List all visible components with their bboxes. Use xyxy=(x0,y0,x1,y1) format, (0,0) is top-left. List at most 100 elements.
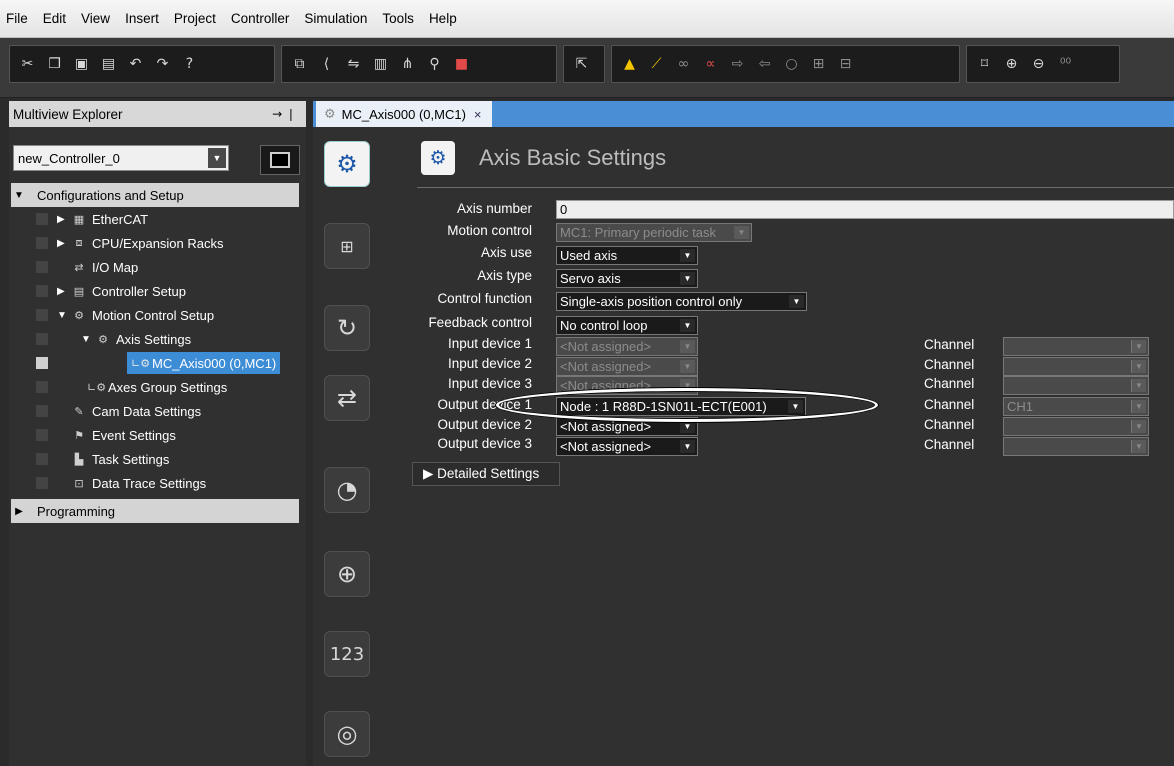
variables-icon[interactable]: ⋔ xyxy=(394,50,421,78)
tree-item-axes-group[interactable]: ∟⚙ Axes Group Settings xyxy=(9,375,306,399)
tree-item-task-settings[interactable]: ▙ Task Settings xyxy=(9,447,306,471)
menu-project[interactable]: Project xyxy=(174,11,216,26)
chevron-down-icon[interactable]: ▼ xyxy=(680,272,695,285)
copy-icon[interactable]: ❐ xyxy=(41,50,68,78)
link-icon[interactable]: ∞ xyxy=(670,50,697,78)
monitor-icon[interactable]: ⊞ xyxy=(805,50,832,78)
library-icon[interactable]: ▥ xyxy=(367,50,394,78)
menu-edit[interactable]: Edit xyxy=(43,11,66,26)
unit-conversion-nav-icon[interactable]: ⊞ xyxy=(324,223,370,269)
chevron-down-icon[interactable]: ▼ xyxy=(208,148,226,168)
pin-icon[interactable]: → ❘ xyxy=(272,107,296,121)
channel-select-output-3[interactable]: ▼ xyxy=(1003,437,1149,456)
wand-icon[interactable]: ⟋ xyxy=(643,50,670,78)
controller-chip-icon[interactable] xyxy=(260,145,300,175)
menu-file[interactable]: File xyxy=(6,11,28,26)
menu-insert[interactable]: Insert xyxy=(125,11,159,26)
servo-drive-nav-icon[interactable]: ◎ xyxy=(324,711,370,757)
zoom-out-icon[interactable]: ⊖ xyxy=(1025,50,1052,78)
chevron-down-icon[interactable]: ▼ xyxy=(734,226,749,239)
chevron-down-icon[interactable]: ▼ xyxy=(680,360,695,373)
channel-select-output-1[interactable]: CH1 ▼ xyxy=(1003,397,1149,416)
build-icon[interactable]: ⇱ xyxy=(568,50,595,78)
tree-programming[interactable]: ▶ Programming xyxy=(11,499,299,523)
chevron-down-icon[interactable]: ▼ xyxy=(1131,420,1146,433)
position-settings-nav-icon[interactable]: ⊕ xyxy=(324,551,370,597)
zoom-in-icon[interactable]: ⊕ xyxy=(998,50,1025,78)
collapse-icon[interactable]: ▼ xyxy=(11,190,27,201)
expand-icon[interactable]: ▶ xyxy=(57,238,69,249)
tree-item-cpu[interactable]: ▶ ⧈ CPU/Expansion Racks xyxy=(9,231,306,255)
find-icon[interactable]: ⚲ xyxy=(421,50,448,78)
chevron-down-icon[interactable]: ▼ xyxy=(680,319,695,332)
expand-icon[interactable]: ▶ xyxy=(11,506,27,517)
axis-basic-settings-nav-icon[interactable]: ⚙ xyxy=(324,141,370,187)
tree-item-cam-data[interactable]: ✎ Cam Data Settings xyxy=(9,399,306,423)
tree-item-ethercat[interactable]: ▶ ▦ EtherCAT xyxy=(9,207,306,231)
tool-icon[interactable]: ⟨ xyxy=(313,50,340,78)
tree-item-motion-control[interactable]: ▼ ⚙ Motion Control Setup xyxy=(9,303,306,327)
feedback-control-select[interactable]: No control loop ▼ xyxy=(556,316,698,335)
chevron-down-icon[interactable]: ▼ xyxy=(1131,379,1146,392)
controller-select[interactable]: new_Controller_0 ▼ xyxy=(13,145,229,171)
chevron-down-icon[interactable]: ▼ xyxy=(680,440,695,453)
chevron-down-icon[interactable]: ▼ xyxy=(1131,400,1146,413)
close-icon[interactable]: × xyxy=(474,107,482,122)
tree-configurations[interactable]: ▼ Configurations and Setup xyxy=(11,183,299,207)
tree-item-event-settings[interactable]: ⚑ Event Settings xyxy=(9,423,306,447)
operation-settings-nav-icon[interactable]: ↻ xyxy=(324,305,370,351)
paste-icon[interactable]: ▣ xyxy=(68,50,95,78)
undo-icon[interactable]: ↶ xyxy=(122,50,149,78)
cut-icon[interactable]: ✂ xyxy=(14,50,41,78)
zoom-100-icon[interactable]: ⁰⁰ xyxy=(1052,50,1079,78)
fit-icon[interactable]: ⊟ xyxy=(832,50,859,78)
motion-control-select[interactable]: MC1: Primary periodic task ▼ xyxy=(556,223,752,242)
menu-controller[interactable]: Controller xyxy=(231,11,290,26)
axis-use-select[interactable]: Used axis ▼ xyxy=(556,246,698,265)
tree-item-axis-settings[interactable]: ▼ ⚙ Axis Settings xyxy=(9,327,306,351)
tree-item-controller-setup[interactable]: ▶ ▤ Controller Setup xyxy=(9,279,306,303)
input-device-2-select[interactable]: <Not assigned> ▼ xyxy=(556,357,698,376)
count-mode-nav-icon[interactable]: 123 xyxy=(324,631,370,677)
expand-icon[interactable]: ▶ xyxy=(57,286,69,297)
compare-icon[interactable]: ⇋ xyxy=(340,50,367,78)
help-icon[interactable]: ? xyxy=(176,50,203,78)
input-device-1-select[interactable]: <Not assigned> ▼ xyxy=(556,337,698,356)
collapse-icon[interactable]: ▼ xyxy=(57,310,69,321)
collapse-icon[interactable]: ▼ xyxy=(81,334,93,345)
chevron-down-icon[interactable]: ▼ xyxy=(680,249,695,262)
menu-tools[interactable]: Tools xyxy=(382,11,414,26)
axis-number-field[interactable]: 0 xyxy=(556,200,1174,219)
channel-select-input-3[interactable]: ▼ xyxy=(1003,376,1149,395)
delete-icon[interactable]: ▤ xyxy=(95,50,122,78)
menu-simulation[interactable]: Simulation xyxy=(304,11,367,26)
chevron-down-icon[interactable]: ▼ xyxy=(680,340,695,353)
tree-item-data-trace[interactable]: ⊡ Data Trace Settings xyxy=(9,471,306,495)
other-settings-nav-icon[interactable]: ⇄ xyxy=(324,375,370,421)
warning-icon[interactable]: ▲ xyxy=(616,50,643,78)
detailed-settings-toggle[interactable]: ▶ Detailed Settings xyxy=(412,462,560,486)
stop-icon[interactable]: ■ xyxy=(448,50,475,78)
channel-select-input-2[interactable]: ▼ xyxy=(1003,357,1149,376)
limit-settings-nav-icon[interactable]: ◔ xyxy=(324,467,370,513)
chevron-down-icon[interactable]: ▼ xyxy=(789,295,804,308)
unlink-icon[interactable]: ∝ xyxy=(697,50,724,78)
transfer-from-icon[interactable]: ⇦ xyxy=(751,50,778,78)
chevron-down-icon[interactable]: ▼ xyxy=(1131,440,1146,453)
zoom-fit-icon[interactable]: ⌑ xyxy=(971,50,998,78)
tab-mc-axis[interactable]: ⚙ MC_Axis000 (0,MC1) × xyxy=(316,101,492,127)
tree-item-mc-axis[interactable]: ∟⚙ MC_Axis000 (0,MC1) xyxy=(9,351,306,375)
redo-icon[interactable]: ↷ xyxy=(149,50,176,78)
menu-help[interactable]: Help xyxy=(429,11,457,26)
chevron-down-icon[interactable]: ▼ xyxy=(1131,360,1146,373)
menu-view[interactable]: View xyxy=(81,11,110,26)
control-function-select[interactable]: Single-axis position control only ▼ xyxy=(556,292,807,311)
new-window-icon[interactable]: ⧉ xyxy=(286,50,313,78)
axis-type-select[interactable]: Servo axis ▼ xyxy=(556,269,698,288)
output-device-3-select[interactable]: <Not assigned> ▼ xyxy=(556,437,698,456)
chevron-down-icon[interactable]: ▼ xyxy=(1131,340,1146,353)
expand-icon[interactable]: ▶ xyxy=(57,214,69,225)
tree-item-io-map[interactable]: ⇄ I/O Map xyxy=(9,255,306,279)
online-icon[interactable]: ○ xyxy=(778,50,805,78)
channel-select-output-2[interactable]: ▼ xyxy=(1003,417,1149,436)
